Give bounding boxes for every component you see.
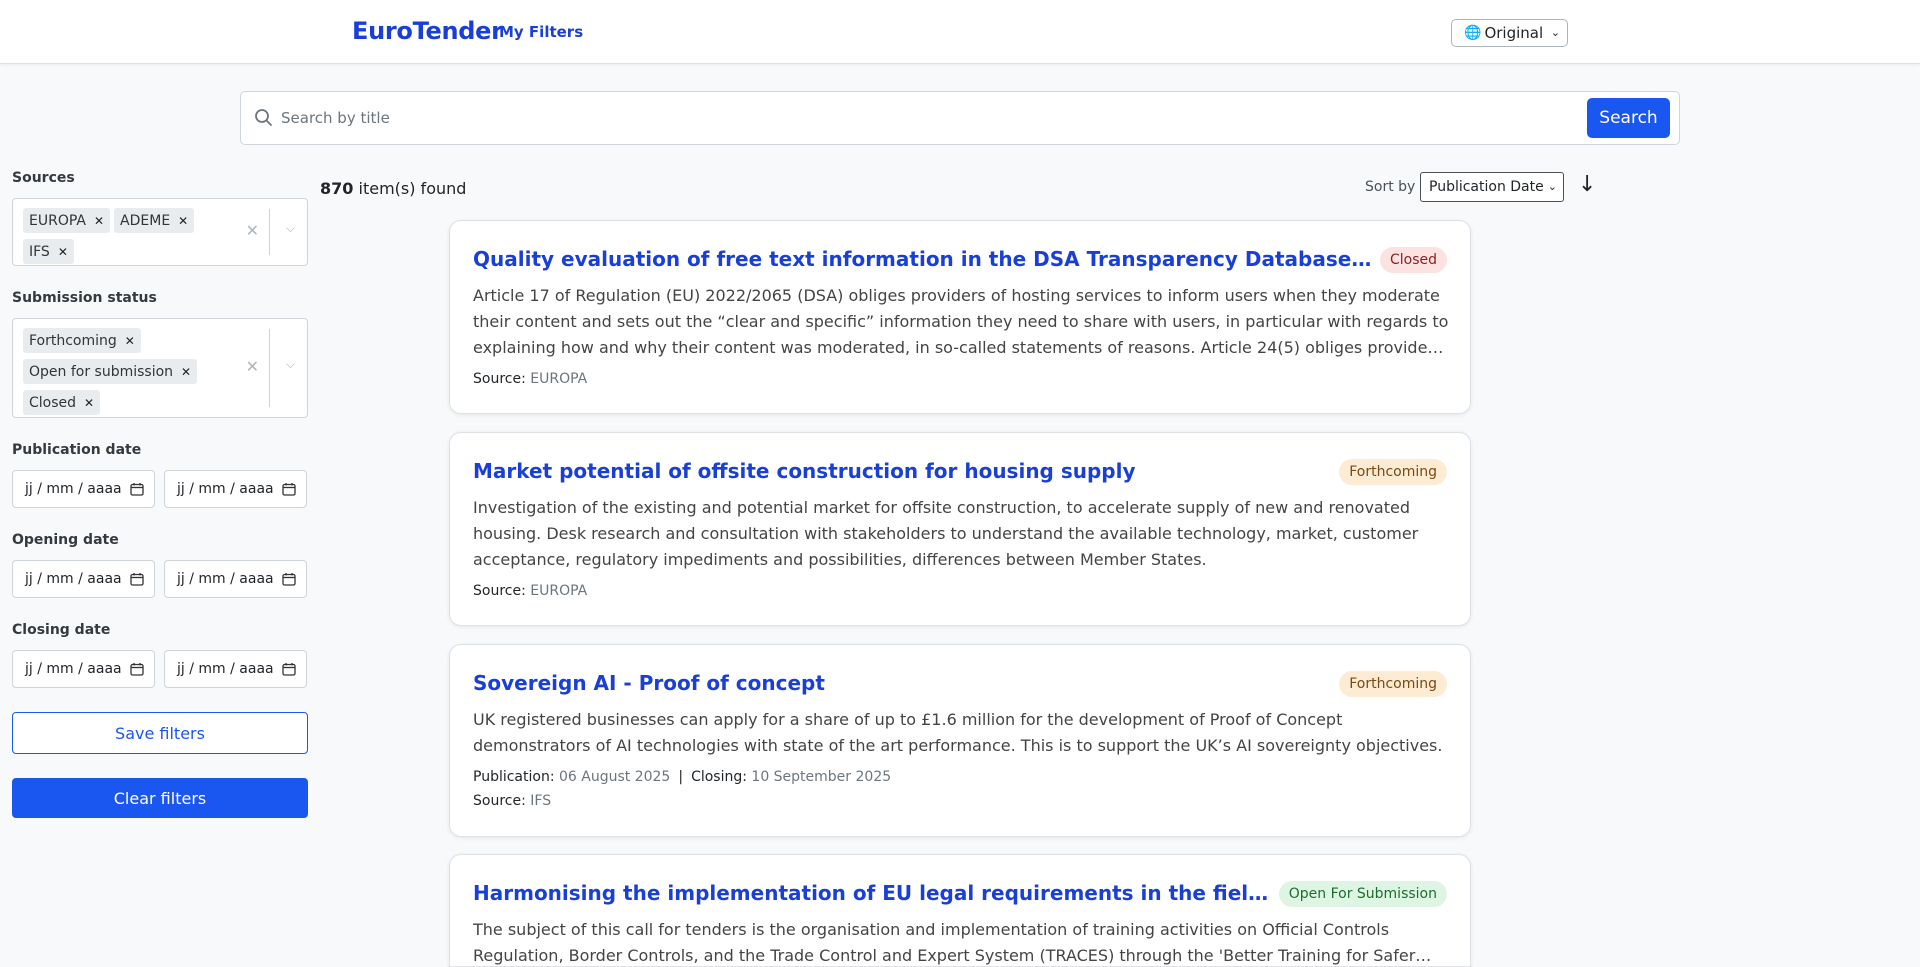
search-bar: Search bbox=[240, 91, 1680, 145]
sort-select[interactable]: Publication Date ⌄ bbox=[1420, 172, 1564, 202]
opening-date-from[interactable]: jj / mm / aaaa bbox=[12, 560, 155, 598]
tender-description: The subject of this call for tenders is … bbox=[473, 920, 1416, 965]
calendar-icon[interactable] bbox=[282, 482, 296, 496]
remove-chip-icon[interactable]: ✕ bbox=[58, 245, 68, 259]
tender-title[interactable]: Sovereign AI - Proof of concept bbox=[473, 671, 1373, 695]
language-select[interactable]: 🌐 Original ⌄ bbox=[1451, 19, 1568, 47]
sort-label: Sort by bbox=[1365, 179, 1416, 195]
publication-date-to[interactable]: jj / mm / aaaa bbox=[164, 470, 307, 508]
opening-date-range: jj / mm / aaaa jj / mm / aaaa bbox=[12, 560, 308, 598]
divider bbox=[269, 209, 270, 255]
tender-description: Article 17 of Regulation (EU) 2022/2065 … bbox=[473, 286, 1449, 357]
tender-title[interactable]: Harmonising the implementation of EU leg… bbox=[473, 881, 1273, 905]
chevron-down-icon[interactable]: ⌵ bbox=[286, 221, 295, 236]
divider bbox=[269, 329, 270, 407]
chip-ifs: IFS ✕ bbox=[23, 239, 74, 264]
results-count-suffix: item(s) found bbox=[358, 179, 467, 198]
clear-filters-button[interactable]: Clear filters bbox=[12, 778, 308, 818]
chip-closed: Closed ✕ bbox=[23, 390, 101, 415]
chip-open-for-submission: Open for submission ✕ bbox=[23, 359, 198, 384]
search-icon bbox=[255, 109, 272, 126]
results-count: 870 item(s) found bbox=[320, 179, 466, 198]
status-badge: Forthcoming bbox=[1339, 459, 1447, 485]
tender-title[interactable]: Quality evaluation of free text informat… bbox=[473, 247, 1373, 271]
results-count-number: 870 bbox=[320, 179, 354, 198]
calendar-icon[interactable] bbox=[130, 662, 144, 676]
chevron-down-icon: ⌄ bbox=[1547, 180, 1557, 193]
closing-date-from[interactable]: jj / mm / aaaa bbox=[12, 650, 155, 688]
chip-europa: EUROPA ✕ bbox=[23, 208, 111, 233]
sort-selected: Publication Date bbox=[1429, 179, 1544, 195]
status-badge: Open For Submission bbox=[1278, 881, 1447, 907]
tender-description: UK registered businesses can apply for a… bbox=[473, 710, 1443, 755]
calendar-icon[interactable] bbox=[282, 662, 296, 676]
publication-date-label: Publication date bbox=[12, 442, 142, 458]
tender-card: Quality evaluation of free text informat… bbox=[449, 220, 1471, 414]
sources-multiselect[interactable]: EUROPA ✕ ADEME ✕ IFS ✕ ✕ ⌵ bbox=[12, 198, 308, 266]
submission-status-label: Submission status bbox=[12, 290, 157, 306]
tender-source: Source: EUROPA bbox=[473, 583, 588, 599]
save-filters-button[interactable]: Save filters bbox=[12, 712, 308, 754]
clear-status-icon[interactable]: ✕ bbox=[246, 357, 259, 376]
tender-title[interactable]: Market potential of offsite construction… bbox=[473, 459, 1373, 483]
tender-dates: Publication: 06 August 2025 | Closing: 10 … bbox=[473, 769, 892, 785]
submission-status-multiselect[interactable]: Forthcoming ✕ Open for submission ✕ Closed… bbox=[12, 318, 308, 418]
search-input[interactable] bbox=[281, 102, 1521, 134]
closing-date-label: Closing date bbox=[12, 622, 111, 638]
brand-logo[interactable]: EuroTender bbox=[352, 17, 503, 45]
tender-source: Source: IFS bbox=[473, 793, 552, 809]
chevron-down-icon: ⌄ bbox=[1550, 26, 1560, 39]
tender-source: Source: EUROPA bbox=[473, 371, 588, 387]
closing-date-to[interactable]: jj / mm / aaaa bbox=[164, 650, 307, 688]
top-navbar: EuroTender My Filters 🌐 Original ⌄ bbox=[0, 0, 1920, 64]
search-button[interactable]: Search bbox=[1587, 98, 1670, 138]
remove-chip-icon[interactable]: ✕ bbox=[94, 214, 104, 228]
calendar-icon[interactable] bbox=[130, 572, 144, 586]
remove-chip-icon[interactable]: ✕ bbox=[125, 334, 135, 348]
tender-card: Market potential of offsite construction… bbox=[449, 432, 1471, 626]
status-badge: Forthcoming bbox=[1339, 671, 1447, 697]
chip-ademe: ADEME ✕ bbox=[114, 208, 195, 233]
my-filters-link[interactable]: My Filters bbox=[499, 23, 583, 41]
remove-chip-icon[interactable]: ✕ bbox=[178, 214, 188, 228]
remove-chip-icon[interactable]: ✕ bbox=[181, 365, 191, 379]
sources-label: Sources bbox=[12, 170, 75, 186]
tender-description: Investigation of the existing and potent… bbox=[473, 498, 1419, 569]
opening-date-to[interactable]: jj / mm / aaaa bbox=[164, 560, 307, 598]
tender-card: Harmonising the implementation of EU leg… bbox=[449, 854, 1471, 967]
sort-direction-icon[interactable]: ↓ bbox=[1578, 172, 1596, 197]
calendar-icon[interactable] bbox=[282, 572, 296, 586]
publication-date-from[interactable]: jj / mm / aaaa bbox=[12, 470, 155, 508]
status-badge: Closed bbox=[1379, 247, 1447, 273]
publication-date-range: jj / mm / aaaa jj / mm / aaaa bbox=[12, 470, 308, 508]
clear-sources-icon[interactable]: ✕ bbox=[246, 221, 259, 240]
opening-date-label: Opening date bbox=[12, 532, 119, 548]
tender-card: Sovereign AI - Proof of concept Forthcom… bbox=[449, 644, 1471, 837]
globe-icon: 🌐 bbox=[1464, 25, 1482, 41]
remove-chip-icon[interactable]: ✕ bbox=[84, 396, 94, 410]
calendar-icon[interactable] bbox=[130, 482, 144, 496]
language-selected: Original bbox=[1484, 24, 1544, 42]
chip-forthcoming: Forthcoming ✕ bbox=[23, 328, 141, 353]
chevron-down-icon[interactable]: ⌵ bbox=[286, 357, 295, 372]
closing-date-range: jj / mm / aaaa jj / mm / aaaa bbox=[12, 650, 308, 688]
